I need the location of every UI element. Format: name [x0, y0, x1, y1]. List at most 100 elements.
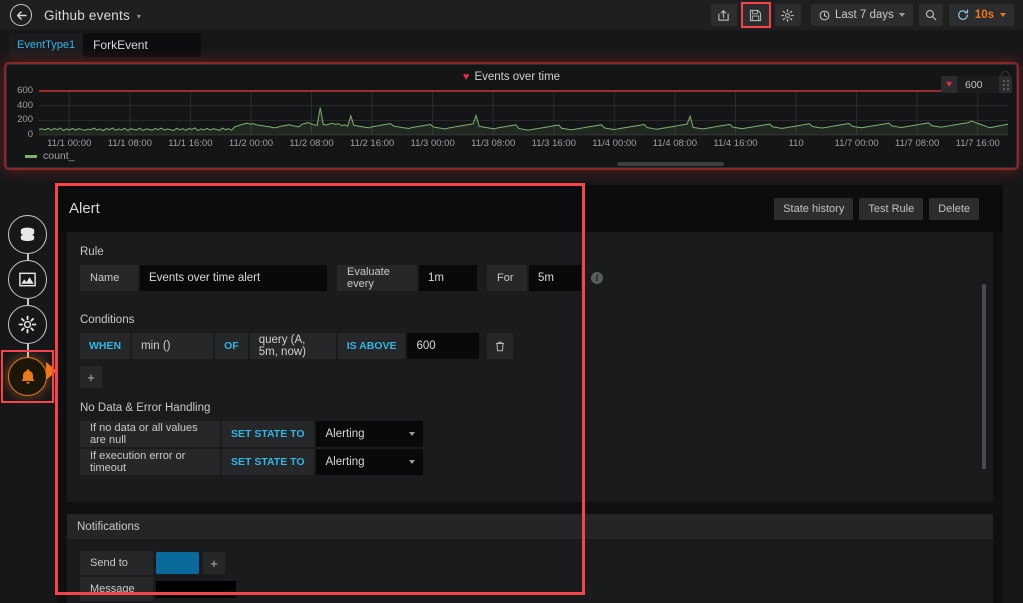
drag-grip-icon[interactable]	[999, 76, 1012, 93]
condition-of[interactable]: OF	[215, 333, 248, 359]
info-icon[interactable]: i	[591, 272, 603, 284]
for-label: For	[487, 265, 527, 291]
message-input-wrap	[156, 577, 236, 601]
execerror-row: If execution error or timeout SET STATE …	[80, 449, 423, 475]
condition-evaluator[interactable]: IS ABOVE	[338, 333, 406, 359]
legend-color-swatch	[25, 155, 37, 158]
add-condition-button[interactable]: +	[80, 366, 102, 388]
nodata-state-select[interactable]: Alerting	[316, 421, 423, 447]
for-info-wrap: i	[583, 265, 603, 291]
for-input[interactable]: 5m	[529, 265, 581, 291]
condition-row: WHEN min () OF query (A, 5m, now) IS ABO…	[80, 333, 513, 359]
title-caret-icon[interactable]: ▾	[137, 12, 141, 21]
refresh-interval-picker[interactable]: 10s	[949, 4, 1014, 26]
template-variable-eventtype1[interactable]: EventType1 ForkEvent	[9, 33, 201, 57]
template-variable-label: EventType1	[9, 33, 83, 57]
send-to-label: Send to	[80, 551, 153, 575]
alert-heart-icon: ♥	[941, 79, 957, 90]
x-axis-tick: 11/1 16:00	[168, 138, 212, 149]
time-range-picker[interactable]: Last 7 days	[811, 4, 913, 26]
notifications-section-label: Notifications	[67, 514, 993, 539]
rule-section-label: Rule	[80, 246, 603, 258]
nodata-row: If no data or all values are null SET ST…	[80, 421, 423, 447]
x-axis-tick: 11/3 16:00	[532, 138, 576, 149]
conditions-section-label: Conditions	[80, 314, 513, 326]
rule-row: Name Events over time alert Evaluate eve…	[80, 265, 603, 291]
alert-editor-actions: State history Test Rule Delete	[774, 198, 1003, 220]
alert-editor-body: Rule Name Events over time alert Evaluat…	[67, 232, 993, 502]
graph-panel[interactable]: ♥ Events over time 0200400600 11/1 00:00…	[6, 64, 1017, 168]
x-axis-tick: 11/2 16:00	[350, 138, 394, 149]
x-axis-tick: 11/1 08:00	[108, 138, 152, 149]
editor-vertical-scrollbar[interactable]	[982, 284, 986, 469]
message-input[interactable]	[156, 581, 236, 598]
delete-rule-button[interactable]: Delete	[929, 198, 979, 220]
x-axis-tick: 110	[788, 138, 803, 149]
x-axis-tick: 11/3 00:00	[411, 138, 455, 149]
graph-canvas[interactable]: 0200400600 11/1 00:0011/1 08:0011/1 16:0…	[7, 87, 1018, 149]
sidebar-item-visualization[interactable]	[8, 260, 47, 299]
threshold-handle[interactable]: ♥ 600	[941, 76, 1012, 93]
sidebar-item-general[interactable]	[8, 305, 47, 344]
back-arrow-icon[interactable]	[10, 4, 32, 26]
execerror-state-value: Alerting	[326, 456, 365, 468]
template-variable-value[interactable]: ForkEvent	[83, 33, 201, 57]
evaluate-every-input[interactable]: 1m	[419, 265, 477, 291]
delete-condition-button[interactable]	[487, 333, 513, 359]
time-range-label: Last 7 days	[835, 9, 894, 21]
legend-series-label[interactable]: count_	[43, 150, 75, 162]
execerror-condition-label: If execution error or timeout	[80, 449, 220, 475]
x-axis-tick: 11/7 16:00	[956, 138, 1000, 149]
save-dashboard-button[interactable]	[743, 4, 769, 26]
condition-threshold-input[interactable]: 600	[407, 333, 479, 359]
alert-tab-highlight	[3, 352, 52, 401]
x-axis-tick: 11/7 00:00	[834, 138, 878, 149]
chevron-down-icon	[899, 13, 905, 17]
top-navbar: Github events ▾	[0, 0, 1023, 30]
message-label: Message	[80, 577, 153, 601]
dashboard-submenu: EventType1 ForkEvent	[0, 30, 1023, 60]
share-dashboard-button[interactable]	[711, 4, 737, 26]
nodata-set-state-label: SET STATE TO	[222, 421, 314, 447]
test-rule-button[interactable]: Test Rule	[859, 198, 923, 220]
magnifier-icon	[925, 9, 937, 21]
graph-icon	[18, 270, 37, 289]
graph-legend[interactable]: count_	[25, 150, 75, 162]
add-notification-button[interactable]: +	[203, 552, 225, 574]
rule-name-label: Name	[80, 265, 138, 291]
panel-header[interactable]: ♥ Events over time	[7, 71, 1016, 83]
rule-name-input[interactable]: Events over time alert	[140, 265, 327, 291]
y-axis-tick: 600	[7, 85, 33, 96]
chevron-down-icon	[409, 432, 415, 436]
page-title[interactable]: Github events	[44, 8, 130, 23]
y-axis-tick: 400	[7, 100, 33, 111]
message-row: Message	[80, 577, 993, 601]
chevron-down-icon	[409, 460, 415, 464]
nodata-section-label: No Data & Error Handling	[80, 402, 423, 414]
state-history-button[interactable]: State history	[774, 198, 853, 220]
condition-when[interactable]: WHEN	[80, 333, 130, 359]
x-axis-tick: 11/2 00:00	[229, 138, 273, 149]
refresh-interval-label: 10s	[975, 9, 994, 21]
send-to-row: Send to +	[80, 551, 993, 575]
alert-editor-header: Alert State history Test Rule Delete	[57, 185, 1003, 232]
condition-reducer[interactable]: min ()	[132, 333, 213, 359]
rule-section: Rule Name Events over time alert Evaluat…	[80, 246, 603, 291]
sidebar-item-datasource[interactable]	[8, 215, 47, 254]
x-axis-tick: 11/4 16:00	[713, 138, 757, 149]
y-axis-tick: 0	[7, 129, 33, 140]
nodata-condition-label: If no data or all values are null	[80, 421, 220, 447]
dashboard-settings-button[interactable]	[775, 4, 801, 26]
x-axis-tick: 11/4 00:00	[592, 138, 636, 149]
clock-icon	[819, 10, 830, 21]
navbar-actions: Last 7 days 10s	[711, 4, 1023, 26]
execerror-state-select[interactable]: Alerting	[316, 449, 423, 475]
zoom-out-search-button[interactable]	[919, 4, 943, 26]
horizontal-scrollbar[interactable]	[617, 162, 724, 166]
threshold-value[interactable]: 600	[957, 76, 999, 93]
gear-wrench-icon	[18, 315, 37, 334]
notification-channel-tag[interactable]	[156, 552, 199, 574]
condition-query[interactable]: query (A, 5m, now)	[250, 333, 336, 359]
alert-editor-title: Alert	[69, 200, 100, 217]
alert-heart-icon: ♥	[463, 72, 470, 83]
